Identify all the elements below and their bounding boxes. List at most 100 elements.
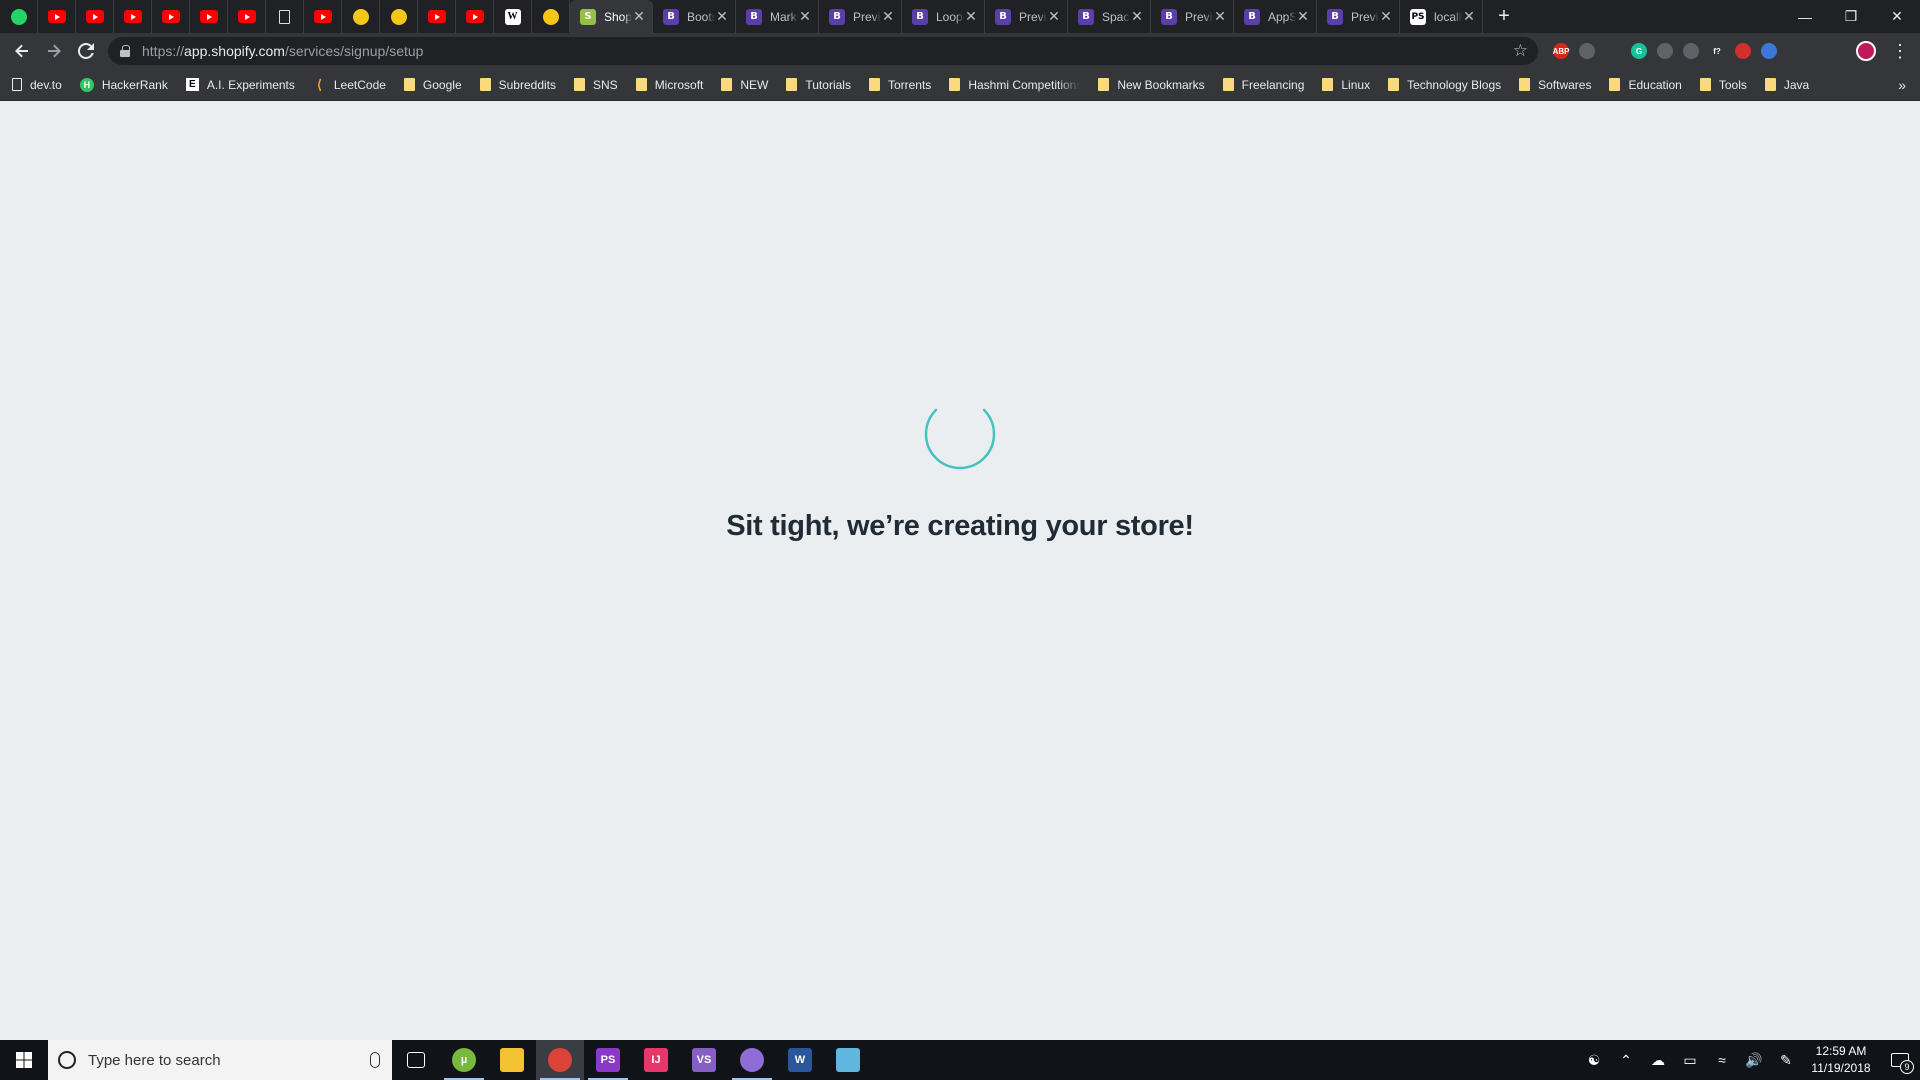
bookmark-tools[interactable]: Tools (1699, 78, 1747, 92)
favorite-heart-icon[interactable] (1730, 39, 1756, 63)
bookmark-subreddits[interactable]: Subreddits (479, 78, 556, 92)
dark-mode-icon[interactable] (1574, 39, 1600, 63)
visual-studio-taskbar-button[interactable]: VS (680, 1040, 728, 1080)
bookmark-torrents[interactable]: Torrents (868, 78, 931, 92)
bookmark-star-icon[interactable]: ☆ (1513, 41, 1528, 61)
close-window-button[interactable]: ✕ (1874, 0, 1920, 33)
chrome-menu-icon[interactable]: ⋮ (1888, 39, 1912, 63)
browser-tab[interactable]: B Looper✕ (902, 0, 985, 33)
pinned-tab[interactable] (456, 0, 494, 33)
wifi-icon[interactable]: ≈ (1706, 1040, 1738, 1080)
bookmark-linux[interactable]: Linux (1322, 78, 1370, 92)
settings-extension-icon[interactable] (1678, 39, 1704, 63)
adblock-plus-icon[interactable]: ABP (1548, 39, 1574, 63)
utorrent-taskbar-button[interactable]: µ (440, 1040, 488, 1080)
pinned-tab[interactable] (380, 0, 418, 33)
extension-x-icon[interactable] (1600, 39, 1626, 63)
close-tab-icon[interactable]: ✕ (881, 8, 895, 25)
browser-tab[interactable]: B Preview✕ (1317, 0, 1400, 33)
reload-button[interactable] (70, 35, 102, 67)
extension-icon[interactable] (1652, 39, 1678, 63)
bookmark-a-i-experiments[interactable]: E A.I. Experiments (185, 78, 295, 92)
grammarly-icon[interactable]: G (1626, 39, 1652, 63)
bookmark-tutorials[interactable]: Tutorials (786, 78, 851, 92)
show-hidden-icons-icon[interactable]: ⌃ (1610, 1040, 1642, 1080)
pinned-tab[interactable] (0, 0, 38, 33)
bookmark-technology-blogs[interactable]: Technology Blogs (1388, 78, 1501, 92)
close-tab-icon[interactable]: ✕ (798, 8, 812, 25)
task-view-taskbar-button[interactable] (392, 1040, 440, 1080)
notepad-taskbar-button[interactable] (824, 1040, 872, 1080)
file-explorer-taskbar-button[interactable] (488, 1040, 536, 1080)
bookmark-hashmi-competitions[interactable]: Hashmi Competitions (949, 78, 1080, 92)
browser-tab[interactable]: B Preview✕ (1151, 0, 1234, 33)
pinned-tab[interactable] (114, 0, 152, 33)
browser-tab[interactable]: B Bootstrap✕ (653, 0, 736, 33)
close-tab-icon[interactable]: ✕ (1296, 8, 1310, 25)
close-tab-icon[interactable]: ✕ (1379, 8, 1393, 25)
close-tab-icon[interactable]: ✕ (1130, 8, 1144, 25)
browser-tab[interactable]: B Market✕ (736, 0, 819, 33)
bookmark-leetcode[interactable]: ⟨ LeetCode (313, 77, 386, 92)
address-bar[interactable]: https://app.shopify.com/services/signup/… (108, 37, 1538, 65)
microphone-icon[interactable] (370, 1052, 380, 1068)
pinned-tab[interactable] (228, 0, 266, 33)
bookmark-hackerrank[interactable]: H HackerRank (79, 77, 168, 92)
forward-button[interactable] (38, 35, 70, 67)
font-finder-icon[interactable]: f? (1704, 39, 1730, 63)
bookmark-google[interactable]: Google (403, 78, 462, 92)
browser-tab[interactable]: B Preview✕ (985, 0, 1068, 33)
pinned-tab[interactable] (304, 0, 342, 33)
bookmark-freelancing[interactable]: Freelancing (1222, 78, 1304, 92)
word-taskbar-button[interactable]: W (776, 1040, 824, 1080)
pinned-tab[interactable] (76, 0, 114, 33)
close-tab-icon[interactable]: ✕ (632, 8, 646, 25)
bookmark-microsoft[interactable]: Microsoft (635, 78, 703, 92)
volume-icon[interactable]: 🔊 (1738, 1040, 1770, 1080)
pinned-tab[interactable] (152, 0, 190, 33)
browser-tab[interactable]: B Space✕ (1068, 0, 1151, 33)
intellij-taskbar-button[interactable]: IJ (632, 1040, 680, 1080)
pinned-tab[interactable] (532, 0, 570, 33)
bookmark-new[interactable]: NEW (721, 78, 768, 92)
extension-globe-icon[interactable] (1756, 39, 1782, 63)
profile-avatar[interactable] (1856, 41, 1876, 61)
new-tab-button[interactable]: + (1489, 0, 1519, 33)
bookmark-education[interactable]: Education (1609, 78, 1682, 92)
bookmarks-overflow-icon[interactable]: » (1898, 77, 1906, 93)
bookmark-java[interactable]: Java (1764, 78, 1809, 92)
browser-tab[interactable]: S Shopify✕ (570, 0, 653, 33)
chrome-taskbar-button[interactable] (536, 1040, 584, 1080)
pen-workspace-icon[interactable]: ✎ (1770, 1040, 1802, 1080)
bookmark-sns[interactable]: SNS (574, 78, 618, 92)
pinned-tab[interactable] (418, 0, 456, 33)
close-tab-icon[interactable]: ✕ (1462, 8, 1476, 25)
url-text[interactable]: https://app.shopify.com/services/signup/… (142, 43, 1513, 59)
action-center-button[interactable]: 9 (1880, 1040, 1920, 1080)
browser-tab[interactable]: B AppStack✕ (1234, 0, 1317, 33)
pinned-tab[interactable]: W (494, 0, 532, 33)
people-icon[interactable]: ☯ (1578, 1040, 1610, 1080)
onedrive-icon[interactable]: ☁ (1642, 1040, 1674, 1080)
battery-icon[interactable]: ▭ (1674, 1040, 1706, 1080)
bookmark-softwares[interactable]: Softwares (1519, 78, 1591, 92)
taskbar-search[interactable]: Type here to search (48, 1040, 392, 1080)
bookmark-new-bookmarks[interactable]: New Bookmarks (1098, 78, 1205, 92)
browser-tab[interactable]: B Preview✕ (819, 0, 902, 33)
close-tab-icon[interactable]: ✕ (1047, 8, 1061, 25)
bookmark-dev-to[interactable]: dev.to (12, 78, 62, 92)
back-button[interactable] (6, 35, 38, 67)
phpstorm-taskbar-button[interactable]: PS (584, 1040, 632, 1080)
close-tab-icon[interactable]: ✕ (1213, 8, 1227, 25)
pinned-tab[interactable] (190, 0, 228, 33)
close-tab-icon[interactable]: ✕ (715, 8, 729, 25)
clock[interactable]: 12:59 AM 11/19/2018 (1802, 1043, 1880, 1077)
github-desktop-taskbar-button[interactable] (728, 1040, 776, 1080)
pinned-tab[interactable] (342, 0, 380, 33)
close-tab-icon[interactable]: ✕ (964, 8, 978, 25)
pinned-tab[interactable] (38, 0, 76, 33)
minimize-button[interactable]: — (1782, 0, 1828, 33)
browser-tab[interactable]: PS localhost✕ (1400, 0, 1483, 33)
pinned-tab[interactable] (266, 0, 304, 33)
restore-button[interactable]: ❐ (1828, 0, 1874, 33)
